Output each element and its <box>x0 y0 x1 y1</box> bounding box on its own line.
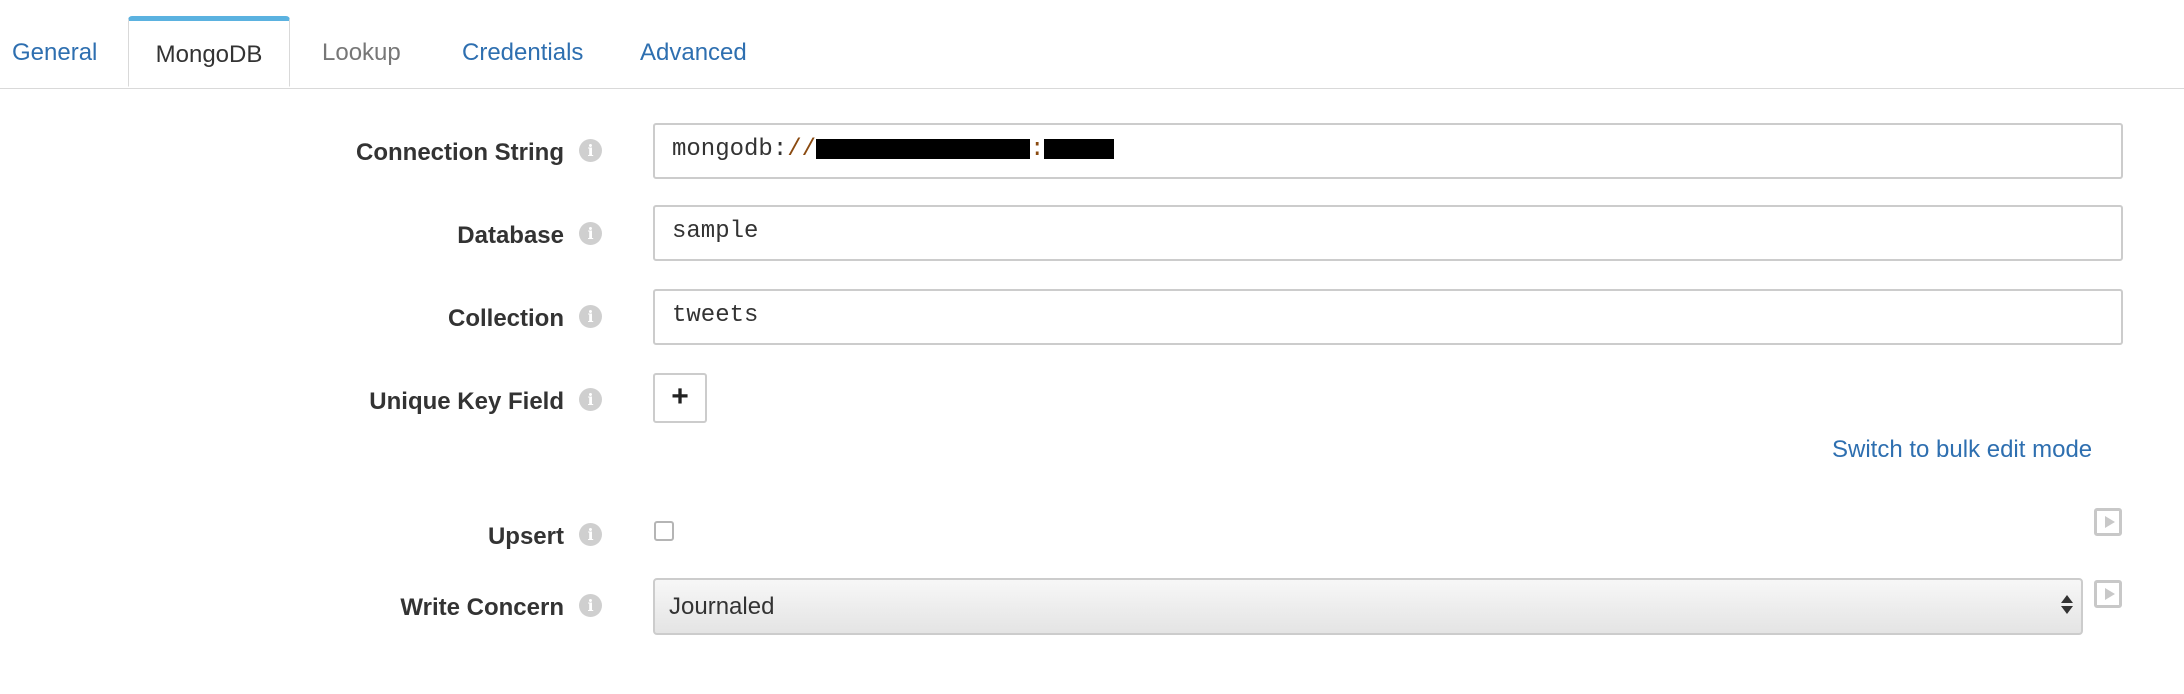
collection-label: Collection <box>447 305 564 332</box>
info-icon[interactable]: i <box>579 139 602 162</box>
tab-credentials[interactable]: Credentials <box>462 18 583 88</box>
switch-bulk-edit-link[interactable]: Switch to bulk edit mode <box>1832 436 2092 464</box>
write-concern-select[interactable]: Journaled <box>653 578 2083 635</box>
tab-general[interactable]: General <box>12 18 97 88</box>
write-concern-value: Journaled <box>669 593 775 620</box>
connection-string-field[interactable]: mongodb://: <box>653 123 2123 179</box>
info-icon[interactable]: i <box>579 523 602 546</box>
connection-string-value: mongodb://: <box>672 125 1115 175</box>
play-icon[interactable] <box>2094 508 2122 536</box>
collection-field[interactable]: tweets <box>653 289 2123 345</box>
collection-value: tweets <box>672 302 759 329</box>
redacted-host <box>816 138 1031 159</box>
connection-string-label: Connection String <box>356 139 564 166</box>
write-concern-label: Write Concern <box>400 594 564 621</box>
tab-bar: General MongoDB Lookup Credentials Advan… <box>0 0 2184 89</box>
upsert-label: Upsert <box>487 523 564 550</box>
info-icon[interactable]: i <box>579 388 602 411</box>
play-icon[interactable] <box>2094 580 2122 608</box>
info-icon[interactable]: i <box>579 594 602 617</box>
add-unique-key-button[interactable]: + <box>653 373 707 423</box>
info-icon[interactable]: i <box>579 305 602 328</box>
redacted-port <box>1044 138 1115 159</box>
connection-slashes: // <box>787 136 817 163</box>
connection-scheme: mongodb <box>672 136 773 163</box>
connection-scheme-colon: : <box>772 136 788 163</box>
sort-arrows-icon <box>2061 592 2073 617</box>
database-value: sample <box>672 218 759 245</box>
tab-lookup[interactable]: Lookup <box>322 18 401 88</box>
database-field[interactable]: sample <box>653 205 2123 261</box>
info-icon[interactable]: i <box>579 222 602 245</box>
unique-key-field-label: Unique Key Field <box>369 388 564 415</box>
tab-mongodb[interactable]: MongoDB <box>128 16 290 87</box>
database-label: Database <box>457 222 564 249</box>
tab-advanced[interactable]: Advanced <box>640 18 747 88</box>
upsert-checkbox[interactable] <box>654 521 674 541</box>
connection-separator: : <box>1030 136 1045 163</box>
